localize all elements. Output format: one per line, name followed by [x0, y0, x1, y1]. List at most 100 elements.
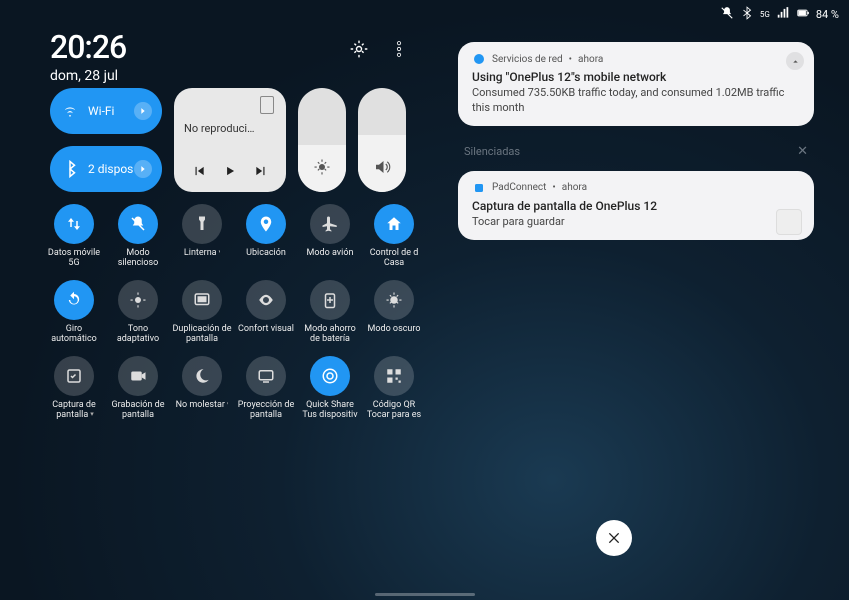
home-control-icon [374, 204, 414, 244]
muted-label: Silenciadas [464, 145, 520, 158]
app-icon [472, 181, 486, 195]
bluetooth-tile[interactable]: 2 disposit… [50, 146, 162, 192]
flashlight-icon [182, 204, 222, 244]
tile-cast[interactable]: Duplicación de pantalla [170, 280, 234, 356]
battery-icon [796, 6, 810, 23]
battery-pct: 84 % [816, 8, 839, 21]
next-track-icon[interactable] [254, 163, 268, 182]
mute-icon [720, 6, 734, 23]
more-icon[interactable] [388, 38, 410, 60]
tile-label: Ubicación [246, 248, 286, 258]
tile-adaptive-tone[interactable]: Tono adaptativo [106, 280, 170, 356]
tile-projection[interactable]: Proyección de pantalla [234, 356, 298, 432]
tile-label: Modo silencioso [108, 248, 168, 268]
tile-label: Grabación de pantalla [108, 400, 168, 420]
muted-section: Silenciadas ✕ [458, 140, 814, 171]
notification-app: Servicios de red [492, 54, 563, 65]
media-tile[interactable]: No reproduci… [174, 88, 286, 192]
tile-label: Linterna▾ [184, 248, 220, 258]
close-button[interactable] [596, 520, 632, 556]
tile-location[interactable]: Ubicación [234, 204, 298, 280]
tile-label: Duplicación de pantalla [172, 324, 232, 344]
bluetooth-expand-icon[interactable] [134, 160, 152, 178]
tile-label: Quick Share Tus dispositiv [300, 400, 360, 420]
volume-slider[interactable] [358, 88, 406, 192]
qr-icon [374, 356, 414, 396]
brightness-icon [313, 158, 331, 180]
notification-panel: Servicios de red • ahora Using "OnePlus … [458, 42, 814, 254]
notification-time: ahora [562, 182, 587, 193]
tile-label: Captura de pantalla▾ [44, 400, 104, 420]
settings-icon[interactable] [348, 38, 370, 60]
dismiss-muted-icon[interactable]: ✕ [797, 144, 808, 159]
tile-dnd[interactable]: No molestar▾ [170, 356, 234, 432]
tile-auto-rotate[interactable]: Giro automático [42, 280, 106, 356]
tile-home-control[interactable]: Control de d Casa [362, 204, 426, 280]
tile-label: Proyección de pantalla [236, 400, 296, 420]
projection-icon [246, 356, 286, 396]
airplane-icon [310, 204, 350, 244]
auto-rotate-icon [54, 280, 94, 320]
adaptive-tone-icon [118, 280, 158, 320]
tile-airplane[interactable]: Modo avión [298, 204, 362, 280]
dnd-icon [182, 356, 222, 396]
location-icon [246, 204, 286, 244]
quick-share-icon [310, 356, 350, 396]
tile-label: No molestar▾ [176, 400, 229, 420]
tile-dark-mode[interactable]: Modo oscuro [362, 280, 426, 356]
collapse-icon[interactable] [786, 52, 804, 70]
silent-icon [118, 204, 158, 244]
wifi-icon [60, 102, 80, 120]
notification-card[interactable]: Servicios de red • ahora Using "OnePlus … [458, 42, 814, 126]
tile-label: Tono adaptativo [108, 324, 168, 344]
tile-label: Modo ahorro de batería [300, 324, 360, 344]
screen-record-icon [118, 356, 158, 396]
play-icon[interactable] [223, 163, 237, 182]
tile-label: Modo avión [307, 248, 354, 258]
dark-mode-icon [374, 280, 414, 320]
prev-track-icon[interactable] [192, 163, 206, 182]
app-icon [472, 52, 486, 66]
media-status: No reproduci… [184, 122, 276, 135]
eye-comfort-icon [246, 280, 286, 320]
tile-label: Control de d Casa [364, 248, 424, 268]
notification-thumb [776, 209, 802, 235]
clock-time: 20:26 [50, 28, 126, 66]
mobile-data-icon [54, 204, 94, 244]
tile-label: Confort visual [238, 324, 294, 344]
notification-title: Captura de pantalla de OnePlus 12 [472, 199, 800, 213]
tile-battery-saver[interactable]: Modo ahorro de batería [298, 280, 362, 356]
bluetooth-label: 2 disposit… [88, 162, 134, 176]
tile-quick-share[interactable]: Quick Share Tus dispositiv [298, 356, 362, 432]
wifi-label: Wi-Fi [88, 104, 134, 118]
tile-qr[interactable]: Código QR Tocar para es [362, 356, 426, 432]
quick-tiles-grid: Datos móvile 5GModo silencioso Linterna▾ U… [42, 204, 426, 432]
tile-flashlight[interactable]: Linterna▾ [170, 204, 234, 280]
network-label: 5G [760, 10, 770, 19]
tile-mobile-data[interactable]: Datos móvile 5G [42, 204, 106, 280]
tile-eye-comfort[interactable]: Confort visual [234, 280, 298, 356]
clock-date: dom, 28 jul [50, 68, 126, 84]
notification-body: Tocar para guardar [472, 215, 800, 230]
cast-icon [182, 280, 222, 320]
status-bar: 5G 84 % [720, 6, 839, 23]
tile-screen-record[interactable]: Grabación de pantalla [106, 356, 170, 432]
notification-card[interactable]: PadConnect • ahora Captura de pantalla d… [458, 171, 814, 240]
signal-icon [776, 6, 790, 23]
notification-app: PadConnect [492, 182, 546, 193]
tile-label: Modo oscuro [368, 324, 421, 334]
nav-handle [375, 593, 475, 596]
bluetooth-icon [740, 6, 754, 23]
tile-label: Giro automático [44, 324, 104, 344]
tile-label: Código QR Tocar para es [364, 400, 424, 420]
bluetooth-tile-icon [60, 160, 80, 178]
battery-saver-icon [310, 280, 350, 320]
tile-silent[interactable]: Modo silencioso [106, 204, 170, 280]
wifi-expand-icon[interactable] [134, 102, 152, 120]
brightness-slider[interactable] [298, 88, 346, 192]
wifi-tile[interactable]: Wi-Fi [50, 88, 162, 134]
device-icon [260, 96, 274, 114]
tile-screenshot[interactable]: Captura de pantalla▾ [42, 356, 106, 432]
notification-title: Using "OnePlus 12"s mobile network [472, 70, 800, 84]
tile-label: Datos móvile 5G [44, 248, 104, 268]
